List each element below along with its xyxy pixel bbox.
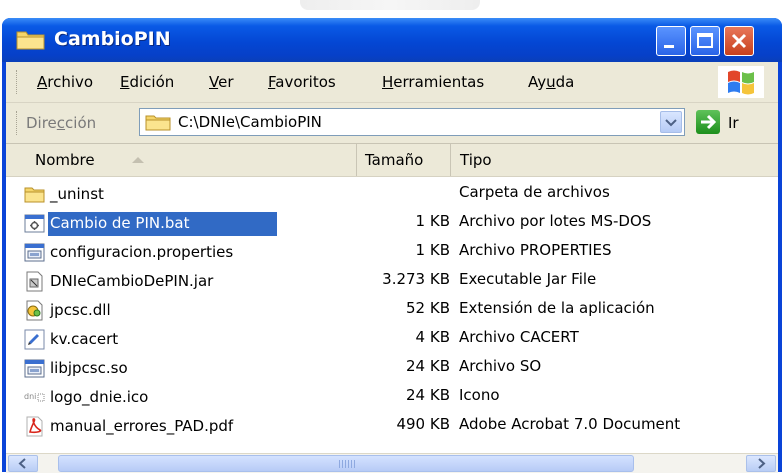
window-title: CambioPIN xyxy=(54,28,171,50)
pdf-file-icon xyxy=(24,416,45,437)
file-type: Icono xyxy=(459,386,500,404)
column-header-name[interactable]: Nombre xyxy=(6,144,357,176)
file-size: 24 KB xyxy=(406,386,450,404)
arrow-right-icon xyxy=(758,458,766,469)
file-type: Archivo por lotes MS-DOS xyxy=(459,212,652,230)
maximize-button[interactable] xyxy=(690,26,720,56)
svg-text:dni: dni xyxy=(24,392,36,401)
file-name: kv.cacert xyxy=(50,330,119,348)
table-row[interactable]: _uninst Carpeta de archivos xyxy=(6,180,778,209)
windows-logo xyxy=(718,66,764,98)
minimize-icon xyxy=(664,45,674,48)
folder-icon xyxy=(24,184,45,205)
jar-file-icon xyxy=(24,271,45,292)
go-button[interactable] xyxy=(696,110,720,134)
address-bar: Dirección C:\DNIe\CambioPIN Ir xyxy=(6,103,778,144)
file-name: Cambio de PIN.bat xyxy=(50,214,190,232)
title-bar[interactable]: CambioPIN xyxy=(2,18,782,62)
address-label: Dirección xyxy=(26,114,97,132)
go-label[interactable]: Ir xyxy=(728,114,739,132)
table-row[interactable]: jpcsc.dll 52 KB Extensión de la aplicación xyxy=(6,296,778,325)
windows-flag-icon xyxy=(728,70,754,95)
toolbar-grip[interactable] xyxy=(16,70,20,94)
watermark-shape xyxy=(300,0,480,10)
address-input[interactable]: C:\DNIe\CambioPIN xyxy=(139,108,685,136)
address-dropdown-button[interactable] xyxy=(660,111,682,133)
table-row[interactable]: DNIeCambioDePIN.jar 3.273 KB Executable Ja… xyxy=(6,267,778,296)
close-button[interactable] xyxy=(724,26,754,56)
table-row[interactable]: manual_errores_PAD.pdf 490 KB Adobe Acroba… xyxy=(6,412,778,441)
file-size: 1 KB xyxy=(415,212,450,230)
file-size: 52 KB xyxy=(406,299,450,317)
table-row[interactable]: configuracion.properties 1 KB Archivo PROP… xyxy=(6,238,778,267)
sort-ascending-icon xyxy=(132,157,144,163)
file-size: 24 KB xyxy=(406,357,450,375)
file-size: 1 KB xyxy=(415,241,450,259)
window-client-area: Archivo Edición Ver Favoritos Herramient… xyxy=(6,62,778,473)
file-type: Extensión de la aplicación xyxy=(459,299,655,317)
file-type: Executable Jar File xyxy=(459,270,597,288)
horizontal-scrollbar[interactable] xyxy=(6,453,778,473)
arrow-left-icon xyxy=(18,458,26,469)
file-size: 490 KB xyxy=(396,415,450,433)
folder-icon xyxy=(16,31,45,50)
file-type: Carpeta de archivos xyxy=(459,183,610,201)
background-strip xyxy=(0,0,784,18)
certificate-file-icon xyxy=(24,329,45,350)
maximize-icon xyxy=(697,33,713,48)
minimize-button[interactable] xyxy=(656,26,686,56)
column-type-label: Tipo xyxy=(460,151,492,169)
dll-file-icon xyxy=(24,300,45,321)
file-name: jpcsc.dll xyxy=(50,301,111,319)
thumb-grip xyxy=(339,460,355,468)
file-name: libjpcsc.so xyxy=(50,359,128,377)
menu-herramientas[interactable]: Herramientas xyxy=(382,73,484,91)
column-header-size[interactable]: Tamaño xyxy=(357,144,451,176)
explorer-window: CambioPIN Archivo Edición Ver Favoritos … xyxy=(2,18,782,473)
file-type: Archivo SO xyxy=(459,357,542,375)
folder-icon xyxy=(145,115,171,131)
file-list: Nombre Tamaño Tipo _uninst Carpeta de arc… xyxy=(6,144,778,453)
file-name: manual_errores_PAD.pdf xyxy=(50,417,234,435)
menu-archivo[interactable]: Archivo xyxy=(37,73,93,91)
toolbar-grip[interactable] xyxy=(16,111,20,135)
scroll-right-button[interactable] xyxy=(746,455,776,472)
menu-ayuda[interactable]: Ayuda xyxy=(528,73,574,91)
table-row[interactable]: kv.cacert 4 KB Archivo CACERT xyxy=(6,325,778,354)
file-name: logo_dnie.ico xyxy=(50,388,149,406)
generic-file-icon xyxy=(24,358,45,379)
scroll-thumb[interactable] xyxy=(58,455,634,472)
menu-bar: Archivo Edición Ver Favoritos Herramient… xyxy=(6,62,778,103)
file-name: DNIeCambioDePIN.jar xyxy=(50,272,214,290)
column-size-label: Tamaño xyxy=(365,151,424,169)
file-size: 4 KB xyxy=(415,328,450,346)
table-row[interactable]: dni logo_dnie.ico 24 KB Icono xyxy=(6,383,778,412)
file-name: _uninst xyxy=(50,185,104,203)
close-icon xyxy=(731,33,747,49)
file-name: configuracion.properties xyxy=(50,243,234,261)
file-type: Archivo PROPERTIES xyxy=(459,241,612,259)
table-row[interactable]: Cambio de PIN.bat 1 KB Archivo por lotes M… xyxy=(6,209,778,238)
ico-file-icon: dni xyxy=(24,387,45,408)
scroll-left-button[interactable] xyxy=(8,455,38,472)
column-header-type[interactable]: Tipo xyxy=(451,144,778,176)
generic-file-icon xyxy=(24,242,45,263)
file-type: Archivo CACERT xyxy=(459,328,579,346)
batch-file-icon xyxy=(24,213,45,234)
table-row[interactable]: libjpcsc.so 24 KB Archivo SO xyxy=(6,354,778,383)
chevron-down-icon xyxy=(665,119,677,127)
file-size: 3.273 KB xyxy=(382,270,450,288)
address-path: C:\DNIe\CambioPIN xyxy=(178,113,322,131)
column-headers: Nombre Tamaño Tipo xyxy=(6,144,778,177)
column-name-label: Nombre xyxy=(35,151,95,169)
menu-edicion[interactable]: Edición xyxy=(120,73,174,91)
menu-ver[interactable]: Ver xyxy=(209,73,234,91)
file-type: Adobe Acrobat 7.0 Document xyxy=(459,415,681,433)
arrow-right-icon xyxy=(701,114,717,130)
menu-favoritos[interactable]: Favoritos xyxy=(268,73,336,91)
